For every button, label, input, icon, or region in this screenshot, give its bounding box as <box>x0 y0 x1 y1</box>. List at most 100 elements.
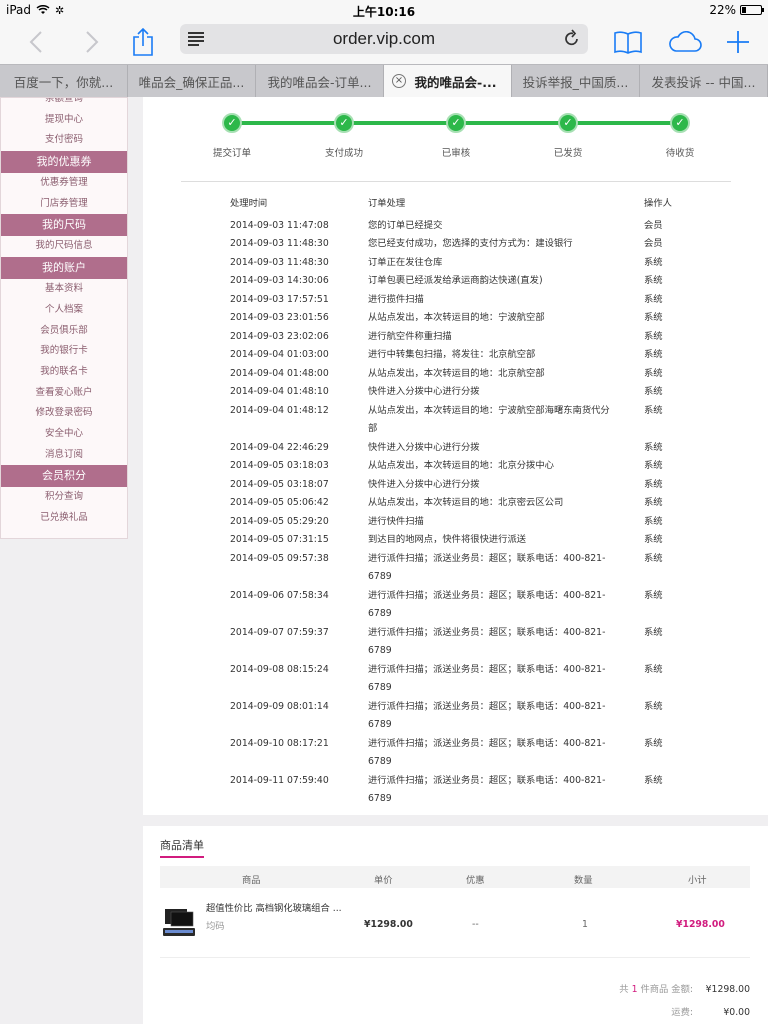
log-time: 2014-09-04 01:48:10 <box>230 386 329 397</box>
sidebar-item[interactable]: 我的尺码信息 <box>1 236 127 257</box>
sidebar-item[interactable]: 查看爱心账户 <box>1 383 127 404</box>
tab-label: 百度一下，你就... <box>13 74 114 90</box>
log-operator: 会员 <box>644 238 663 249</box>
goods-panel: 商品清单 商品 单价 优惠 数量 小计 超值性价比 高档钢化玻璃组合 ... 均… <box>143 826 768 1024</box>
summary-amount: 共 1 件商品 金额: ¥1298.00 <box>619 981 750 995</box>
log-row: 2014-09-03 17:57:51 进行揽件扫描 系统 <box>230 291 750 310</box>
log-row: 2014-09-09 08:01:14 进行派件扫描；派送业务员：超区；联系电话：… <box>230 698 750 735</box>
sidebar-item[interactable]: 提现中心 <box>1 110 127 131</box>
step-label: 已审核 <box>441 148 471 159</box>
share-button[interactable] <box>128 24 158 60</box>
log-operator: 系统 <box>644 737 663 749</box>
browser-tab[interactable]: 发表投诉 -- 中国... <box>640 65 768 97</box>
tab-label: 我的唯品会-... <box>414 74 497 90</box>
step-label: 提交订单 <box>212 148 251 159</box>
close-tab-icon[interactable]: × <box>392 74 406 88</box>
sidebar-section-header: 会员积分 <box>1 465 127 488</box>
sidebar-item[interactable]: 个人档案 <box>1 300 127 321</box>
sidebar-item[interactable]: 我的联名卡 <box>1 362 127 383</box>
back-button[interactable] <box>22 24 50 60</box>
log-action: 进行派件扫描；派送业务员：超区；联系电话：400-821-6789 <box>368 626 606 657</box>
log-header: 处理时间 订单处理 操作人 <box>230 195 750 214</box>
col-time-header: 处理时间 <box>230 198 268 209</box>
clock: 上午10:16 <box>352 5 416 19</box>
col-price: 单价 <box>374 875 393 886</box>
account-sidebar: 余额查询 提现中心 支付密码 我的优惠券 优惠券管理 门店券管理 我的尺码 我的尺码信息 我的账… <box>0 97 128 539</box>
log-action: 从站点发出，本次转运目的地：北京航空部 <box>368 367 545 379</box>
sidebar-item[interactable]: 积分查询 <box>1 487 127 508</box>
sidebar-item[interactable]: 修改登录密码 <box>1 403 127 424</box>
reload-button[interactable] <box>564 29 580 51</box>
total-amount: ¥1298.00 <box>705 984 750 995</box>
log-time: 2014-09-09 08:01:14 <box>230 700 329 712</box>
share-icon <box>133 28 153 56</box>
progress-step: ✓ 提交订单 <box>192 113 272 159</box>
divider <box>181 181 731 182</box>
order-progress: ✓ 提交订单 ✓ 支付成功 ✓ 已审核 ✓ 已发货 ✓ 待收货 <box>143 97 768 167</box>
log-row: 2014-09-04 01:48:00 从站点发出，本次转运目的地：北京航空部 系统 <box>230 365 750 384</box>
sidebar-item[interactable]: 安全中心 <box>1 424 127 445</box>
log-operator: 系统 <box>644 441 663 453</box>
sidebar-item[interactable]: 支付密码 <box>1 130 127 151</box>
sidebar-item[interactable]: 已兑换礼品 <box>1 508 127 529</box>
browser-tab[interactable]: 投诉举报_中国质... <box>512 65 640 97</box>
product-thumbnail[interactable] <box>162 906 196 940</box>
log-operator: 系统 <box>644 349 663 360</box>
product-name[interactable]: 超值性价比 高档钢化玻璃组合 ... <box>206 900 342 914</box>
log-time: 2014-09-04 01:03:00 <box>230 349 329 360</box>
sidebar-item[interactable]: 会员俱乐部 <box>1 321 127 342</box>
bookmarks-button[interactable] <box>612 24 644 60</box>
log-operator: 系统 <box>644 478 663 490</box>
browser-tab[interactable]: 百度一下，你就... <box>0 65 128 97</box>
log-action: 从站点发出，本次转运目的地：宁波航空部海曙东南货代分部 <box>368 404 610 435</box>
col-operator-header: 操作人 <box>644 198 672 209</box>
log-operator: 系统 <box>644 256 663 268</box>
log-time: 2014-09-04 01:48:12 <box>230 404 329 416</box>
log-row: 2014-09-04 01:48:10 快件进入分拨中心进行分拨 系统 <box>230 383 750 402</box>
log-action: 进行派件扫描；派送业务员：超区；联系电话：400-821-6789 <box>368 663 606 694</box>
log-time: 2014-09-03 14:30:06 <box>230 275 329 286</box>
log-operator: 系统 <box>644 497 663 508</box>
address-bar[interactable]: order.vip.com <box>180 24 588 54</box>
log-row: 2014-09-08 08:15:24 进行派件扫描；派送业务员：超区；联系电话：… <box>230 661 750 698</box>
log-operator: 系统 <box>644 515 663 527</box>
goods-title: 商品清单 <box>160 837 204 858</box>
browser-tab[interactable]: 唯品会_确保正品... <box>128 65 256 97</box>
sidebar-item[interactable]: 门店券管理 <box>1 194 127 215</box>
log-row: 2014-09-05 07:31:15 到达目的地网点，快件将很快进行派送 系统 <box>230 531 750 550</box>
log-time: 2014-09-05 07:31:15 <box>230 534 329 545</box>
sidebar-item[interactable]: 优惠券管理 <box>1 173 127 194</box>
browser-tab-active[interactable]: × 我的唯品会-... <box>384 65 512 97</box>
log-row: 2014-09-04 01:03:00 进行中转集包扫描，将发往：北京航空部 系统 <box>230 346 750 365</box>
log-operator: 系统 <box>644 367 663 379</box>
log-time: 2014-09-03 23:01:56 <box>230 312 329 323</box>
sidebar-item[interactable]: 我的银行卡 <box>1 341 127 362</box>
log-operator: 系统 <box>644 663 663 675</box>
forward-button[interactable] <box>78 24 106 60</box>
log-operator: 系统 <box>644 774 663 786</box>
log-time: 2014-09-03 11:48:30 <box>230 256 329 268</box>
sidebar-item[interactable]: 消息订阅 <box>1 445 127 466</box>
icloud-tabs-button[interactable] <box>666 24 704 60</box>
log-row: 2014-09-10 08:17:21 进行派件扫描；派送业务员：超区；联系电话：… <box>230 735 750 772</box>
url-text[interactable]: order.vip.com <box>180 29 588 49</box>
log-action: 进行中转集包扫描，将发往：北京航空部 <box>368 349 536 360</box>
log-row: 2014-09-06 07:58:34 进行派件扫描；派送业务员：超区；联系电话：… <box>230 587 750 624</box>
check-icon: ✓ <box>222 113 242 133</box>
log-row: 2014-09-03 11:47:08 您的订单已经提交 会员 <box>230 217 750 236</box>
log-action: 到达目的地网点，快件将很快进行派送 <box>368 534 527 545</box>
log-operator: 系统 <box>644 386 663 397</box>
log-action: 您的订单已经提交 <box>368 219 443 231</box>
browser-tab[interactable]: 我的唯品会-订单... <box>256 65 384 97</box>
chevron-right-icon <box>86 31 99 53</box>
plus-icon <box>727 31 749 53</box>
log-time: 2014-09-03 17:57:51 <box>230 293 329 305</box>
log-time: 2014-09-03 11:47:08 <box>230 219 329 231</box>
col-subtotal: 小计 <box>688 875 707 886</box>
step-label: 待收货 <box>665 148 695 159</box>
sidebar-item[interactable]: 余额查询 <box>1 98 127 110</box>
log-row: 2014-09-05 05:29:20 进行快件扫描 系统 <box>230 513 750 532</box>
log-operator: 系统 <box>644 460 663 471</box>
sidebar-item[interactable]: 基本资料 <box>1 279 127 300</box>
new-tab-button[interactable] <box>724 24 752 60</box>
